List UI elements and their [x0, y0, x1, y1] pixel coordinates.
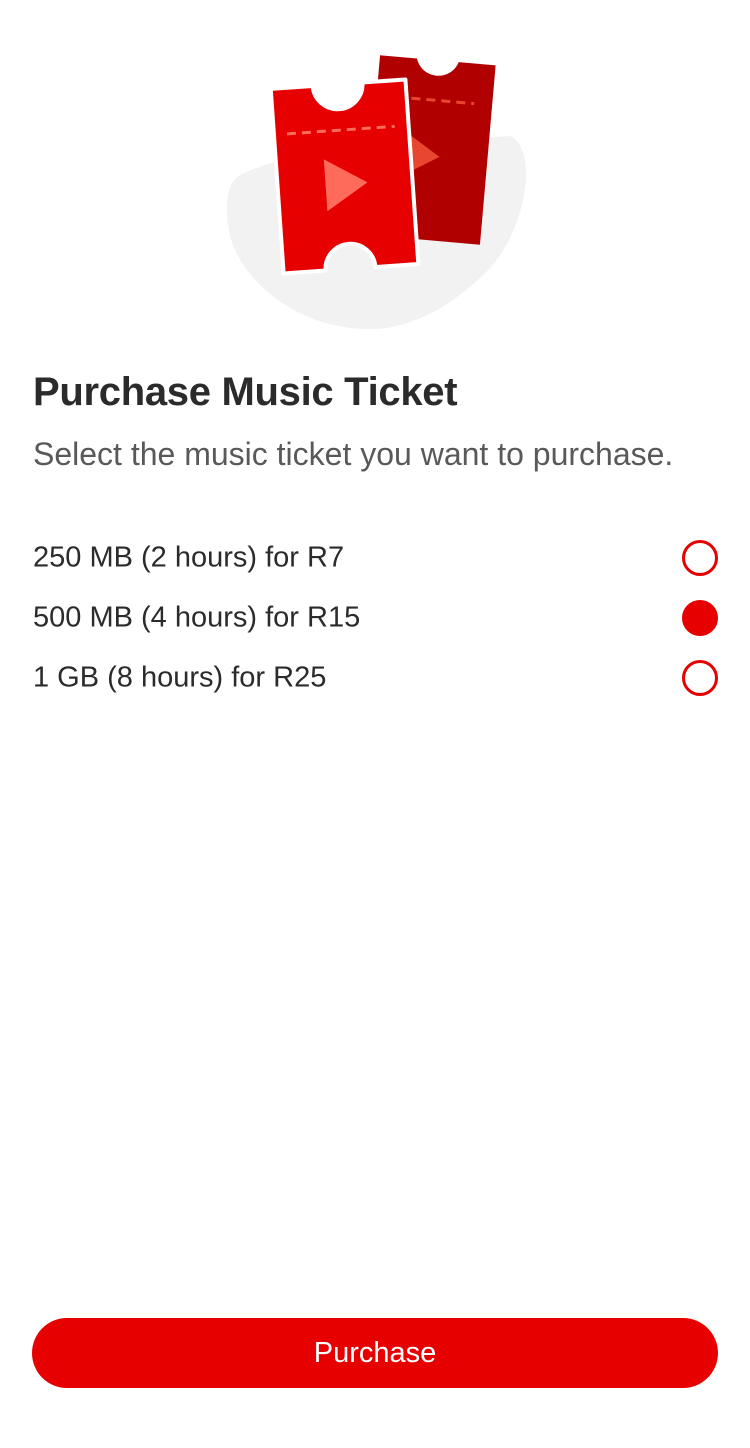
ticket-options-list: 250 MB (2 hours) for R7 500 MB (4 hours)…	[0, 528, 750, 708]
music-ticket-icon	[226, 55, 527, 330]
radio-button-unselected[interactable]	[682, 660, 718, 696]
page-title: Purchase Music Ticket	[33, 370, 458, 414]
ticket-option-label: 250 MB (2 hours) for R7	[33, 541, 345, 574]
front-ticket	[268, 77, 421, 276]
ticket-option-label: 1 GB (8 hours) for R25	[33, 661, 327, 694]
ticket-option-500mb[interactable]: 500 MB (4 hours) for R15	[0, 588, 750, 648]
radio-button-selected[interactable]	[682, 600, 718, 636]
ticket-option-1gb[interactable]: 1 GB (8 hours) for R25	[0, 648, 750, 708]
purchase-music-ticket-screen: Purchase Music Ticket Select the music t…	[0, 0, 750, 1448]
purchase-button[interactable]: Purchase	[32, 1318, 718, 1388]
ticket-option-250mb[interactable]: 250 MB (2 hours) for R7	[0, 528, 750, 588]
radio-button-unselected[interactable]	[682, 540, 718, 576]
ticket-option-label: 500 MB (4 hours) for R15	[33, 601, 361, 634]
page-subtitle: Select the music ticket you want to purc…	[33, 436, 674, 472]
